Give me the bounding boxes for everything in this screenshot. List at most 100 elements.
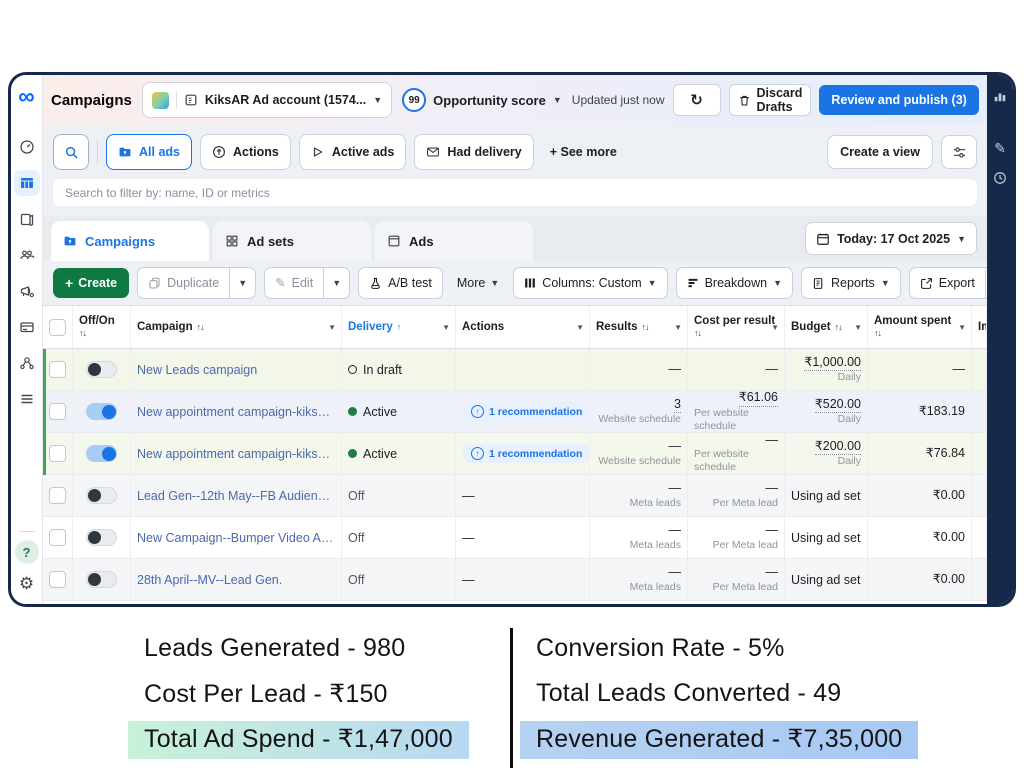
sort-icon[interactable]: ↑↓ [197,322,204,332]
tab-ads[interactable]: Ads [375,221,533,261]
row-checkbox[interactable] [49,361,66,378]
review-publish-button[interactable]: Review and publish (3) [819,85,978,115]
sidebar-item-assets-org[interactable] [14,350,40,376]
opportunity-score[interactable]: 99 Opportunity score ▼ [402,88,562,112]
campaign-toggle[interactable] [86,487,117,504]
filter-chip-actions[interactable]: Actions [200,134,291,170]
table-row[interactable]: New appointment campaign-kiksy*MultiflyA… [43,433,987,475]
campaign-toggle[interactable] [86,571,117,588]
table-row[interactable]: New Leads campaignIn draft——₹1,000.00Dai… [43,349,987,391]
sidebar-item-ads-megaphone[interactable] [14,278,40,304]
table-row[interactable]: New appointment campaign-kiksy*Multifly … [43,391,987,433]
row-checkbox[interactable] [49,571,66,588]
sidebar-item-campaigns-table[interactable] [14,170,40,196]
duplicate-button[interactable]: Duplicate [137,267,230,299]
ab-test-button[interactable]: A/B test [358,267,443,299]
row-checkbox[interactable] [49,487,66,504]
table-row[interactable]: New Campaign--Bumper Video Ad--MV--29t..… [43,517,987,559]
sidebar-item-gauge[interactable] [14,134,40,160]
actions-cell: — [456,475,590,516]
recommendation-pill[interactable]: ↑1 recommendation [462,402,590,421]
more-button[interactable]: More▼ [451,276,505,290]
search-button[interactable] [53,134,89,170]
sort-icon[interactable]: ↑↓ [79,328,115,338]
row-checkbox[interactable] [49,529,66,546]
toggle-knob [88,573,101,586]
column-header-budget[interactable]: Budget ↑↓ ▼ [785,306,868,348]
column-menu-icon[interactable]: ▼ [958,323,966,332]
breakdown-button[interactable]: Breakdown ▼ [676,267,793,299]
see-more-filters[interactable]: + See more [542,145,625,159]
column-header-delivery[interactable]: Delivery↑▼ [342,306,456,348]
sort-icon[interactable]: ↑ [397,322,401,332]
campaign-cell: New Leads campaign [131,349,342,390]
campaign-link[interactable]: 28th April--MV--Lead Gen. [137,573,282,587]
sidebar-item-all-tools-menu[interactable] [14,386,40,412]
column-menu-icon[interactable]: ▼ [442,323,450,332]
column-header-cost[interactable]: Cost per result↑↓▼ [688,306,785,348]
campaign-link[interactable]: New appointment campaign-kiksy*Multifly … [137,405,335,419]
filter-chip-active-ads[interactable]: Active ads [299,134,407,170]
column-header-impressions[interactable]: Im [972,306,987,348]
campaign-toggle[interactable] [86,445,117,462]
tab-ad-sets[interactable]: Ad sets [213,221,371,261]
row-checkbox[interactable] [49,445,66,462]
sidebar-item-audiences[interactable] [14,242,40,268]
column-menu-icon[interactable]: ▼ [771,323,779,332]
column-header-results[interactable]: Results↑↓▼ [590,306,688,348]
column-menu-icon[interactable]: ▼ [674,323,682,332]
budget-value: ₹200.00 [815,439,861,456]
refresh-button[interactable]: ↻ [673,84,721,116]
recommendation-pill[interactable]: ↑1 recommendation [462,444,590,463]
sort-icon[interactable]: ↑↓ [642,322,649,332]
sort-icon[interactable]: ↑↓ [874,328,951,338]
filter-settings-button[interactable] [941,135,977,169]
clock-icon[interactable] [993,171,1007,185]
campaign-link[interactable]: Lead Gen--12th May--FB Audience--MV [137,489,335,503]
export-button[interactable]: Export [909,267,986,299]
column-menu-icon[interactable]: ▼ [854,323,862,332]
budget-value: ₹1,000.00 [804,355,861,372]
bar-chart-icon[interactable] [993,89,1007,103]
sidebar-item-pages[interactable] [14,206,40,232]
sort-icon[interactable]: ↑↓ [835,322,842,332]
campaign-toggle[interactable] [86,529,117,546]
tab-campaigns[interactable]: Campaigns [51,221,209,261]
column-header-actions[interactable]: Actions▼ [456,306,590,348]
edit-dropdown[interactable]: ▼ [324,267,350,299]
help-icon[interactable]: ? [15,540,39,564]
table-row[interactable]: 28th April--MV--Lead Gen.Off——Meta leads… [43,559,987,601]
column-menu-icon[interactable]: ▼ [576,323,584,332]
column-header-campaign[interactable]: Campaign↑↓▼ [131,306,342,348]
filter-chip-had-delivery[interactable]: Had delivery [414,134,533,170]
columns-button[interactable]: Columns: Custom ▼ [513,267,667,299]
filter-chip-all-ads[interactable]: All ads [106,134,192,170]
table-row[interactable]: Lead Gen--12th May--FB Audience--MVOff——… [43,475,987,517]
settings-gear-icon[interactable]: ⚙ [19,574,34,594]
search-input[interactable] [53,179,977,206]
edit-button[interactable]: ✎ Edit [264,267,324,299]
column-header-offon[interactable]: Off/On↑↓ [73,306,131,348]
meta-logo-icon[interactable]: ∞ [18,83,34,110]
row-checkbox[interactable] [49,403,66,420]
ad-account-selector[interactable]: KiksAR Ad account (1574... ▼ [142,82,392,118]
campaign-toggle[interactable] [86,403,117,420]
campaign-link[interactable]: New Leads campaign [137,363,257,377]
campaign-link[interactable]: New Campaign--Bumper Video Ad--MV--29t..… [137,531,335,545]
create-view-button[interactable]: Create a view [827,135,933,169]
column-label: Budget [791,321,831,333]
select-all-checkbox[interactable] [49,319,66,336]
duplicate-dropdown[interactable]: ▼ [230,267,256,299]
date-range-selector[interactable]: Today: 17 Oct 2025 ▼ [805,222,977,255]
campaign-link[interactable]: New appointment campaign-kiksy*Multifly [137,447,335,461]
column-header-amount[interactable]: Amount spent↑↓▼ [868,306,972,348]
reports-button[interactable]: Reports ▼ [801,267,901,299]
campaign-toggle[interactable] [86,361,117,378]
trash-icon [738,94,751,107]
sort-icon[interactable]: ↑↓ [694,328,775,338]
sidebar-item-billing-card[interactable] [14,314,40,340]
column-menu-icon[interactable]: ▼ [328,323,336,332]
pencil-icon[interactable]: ✎ [994,141,1006,155]
create-button[interactable]: +Create [53,268,129,298]
discard-drafts-button[interactable]: Discard Drafts [729,84,812,116]
